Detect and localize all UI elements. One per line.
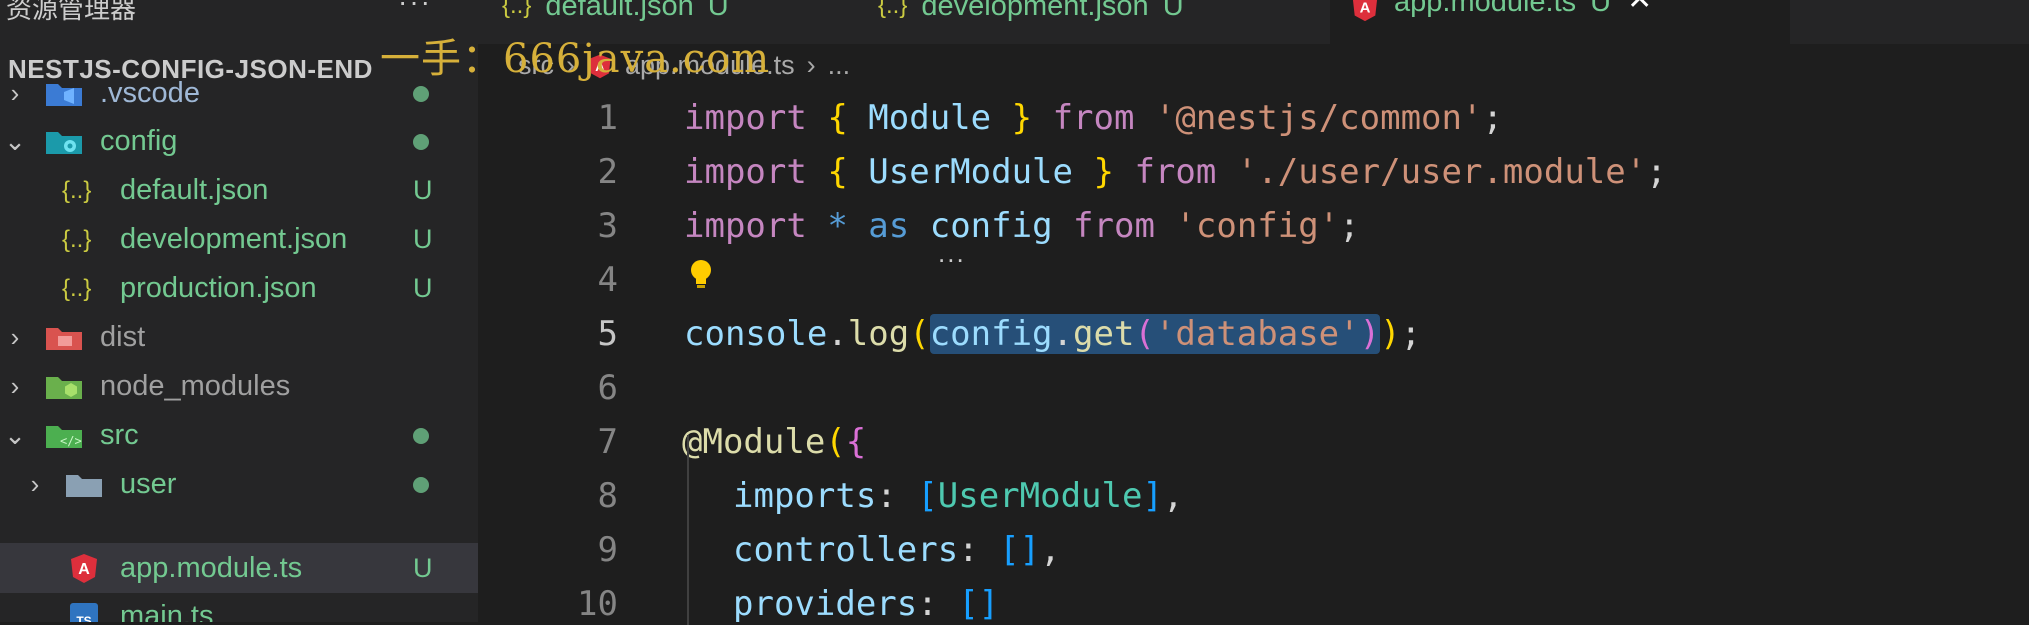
svg-text:A: A	[1360, 0, 1371, 17]
chevron-down-icon: ⌄	[4, 420, 26, 450]
tree-item-production-json[interactable]: {..} production.json U	[0, 264, 478, 313]
tree-item-label: src	[100, 419, 139, 451]
untracked-badge: U	[707, 0, 729, 22]
tree-item-label: production.json	[120, 272, 317, 304]
line-number: 3	[597, 206, 618, 246]
chevron-right-icon: ›	[10, 78, 20, 108]
tab-app-module-ts[interactable]: A app.module.ts U ✕	[1330, 0, 1790, 44]
untracked-badge: U	[1590, 0, 1612, 18]
line-number: 2	[597, 152, 618, 192]
untracked-badge: U	[413, 552, 433, 583]
modified-dot-icon	[413, 133, 429, 150]
more-actions-button[interactable]: ···	[398, 0, 432, 18]
tree-item-label: dist	[100, 321, 146, 353]
dist-folder-icon	[46, 327, 82, 350]
code-line-9: controllers: [],	[733, 530, 1061, 570]
tree-item-app-module-ts[interactable]: A app.module.ts U	[0, 543, 478, 593]
vscode-folder-icon	[46, 83, 82, 106]
breadcrumb-separator-icon: ›	[806, 50, 816, 80]
tree-item-default-json[interactable]: {..} default.json U	[0, 166, 478, 215]
json-file-icon: {..}	[878, 0, 908, 19]
code-hint-dots[interactable]: ...	[938, 238, 966, 269]
code-line-1: import { Module } from '@nestjs/common';	[684, 98, 1503, 138]
tree-item-label: default.json	[120, 174, 269, 206]
tree-item-label: main.ts	[120, 600, 214, 622]
line-number: 10	[577, 584, 618, 624]
untracked-badge: U	[413, 273, 433, 303]
code-line-5: console.log(config.get('database'));	[684, 314, 1422, 354]
modified-dot-icon	[413, 476, 429, 493]
explorer-sidebar: 资源管理器 ··· NESTJS-CONFIG-JSON-END › .vsco…	[0, 0, 478, 622]
breadcrumb-symbol[interactable]: ...	[828, 50, 851, 81]
chevron-down-icon: ⌄	[4, 126, 26, 156]
line-number: 9	[597, 530, 618, 570]
tree-item-label: app.module.ts	[120, 551, 303, 584]
line-number: 8	[597, 476, 618, 516]
line-number: 6	[597, 368, 618, 408]
typescript-file-icon: TS	[70, 602, 98, 623]
chevron-right-icon: ›	[10, 371, 20, 401]
tab-label: development.json	[921, 0, 1149, 22]
code-editor[interactable]: 1 2 3 4 5 6 7 8 9 10 import { Module } f…	[478, 80, 2029, 625]
config-folder-icon	[46, 131, 82, 154]
code-line-2: import { UserModule } from './user/user.…	[684, 152, 1667, 192]
json-file-icon: {..}	[502, 0, 532, 19]
svg-text:</>: </>	[60, 434, 82, 448]
indent-guide	[687, 435, 689, 625]
tree-item-label: .vscode	[100, 77, 200, 109]
chevron-right-icon: ›	[10, 322, 20, 352]
lightbulb-icon[interactable]	[688, 258, 714, 292]
untracked-badge: U	[1162, 0, 1184, 22]
tab-label: app.module.ts	[1394, 0, 1577, 18]
code-line-10: providers: []	[733, 584, 1000, 624]
svg-text:TS: TS	[76, 614, 91, 623]
node-modules-folder-icon	[46, 376, 82, 399]
chevron-right-icon: ›	[30, 469, 40, 499]
line-number: 5	[597, 314, 618, 354]
untracked-badge: U	[413, 224, 433, 254]
folder-icon	[66, 474, 102, 497]
tab-label: default.json	[545, 0, 694, 22]
code-line-8: imports: [UserModule],	[733, 476, 1184, 516]
tree-item-label: node_modules	[100, 370, 291, 402]
line-number: 7	[597, 422, 618, 462]
svg-text:A: A	[78, 561, 90, 578]
tree-item-label: config	[100, 125, 178, 157]
tree-item-label: development.json	[120, 223, 348, 255]
tree-item-src[interactable]: ⌄ </> src	[0, 411, 478, 460]
tree-item-development-json[interactable]: {..} development.json U	[0, 215, 478, 264]
untracked-badge: U	[413, 175, 433, 205]
tree-item-main-ts[interactable]: TS main.ts	[0, 592, 478, 622]
code-line-7: @Module({	[682, 422, 867, 462]
close-tab-icon[interactable]: ✕	[1627, 0, 1652, 15]
tree-item-user[interactable]: › user	[0, 460, 478, 509]
modified-dot-icon	[413, 85, 429, 102]
json-file-icon: {..}	[62, 274, 92, 302]
tree-item-config[interactable]: ⌄ config	[0, 117, 478, 166]
tree-item-node-modules[interactable]: › node_modules	[0, 362, 478, 411]
code-line-3: import * as config from 'config';	[684, 206, 1360, 246]
tab-development-json[interactable]: {..} development.json U	[878, 0, 1258, 40]
watermark: 一手：666java.com	[380, 36, 771, 82]
json-file-icon: {..}	[62, 225, 92, 253]
tree-item-label: user	[120, 468, 177, 500]
selected-text: config.get('database')	[929, 314, 1381, 354]
angular-file-icon: A	[71, 554, 97, 583]
line-number: 1	[597, 98, 618, 138]
modified-dot-icon	[413, 427, 429, 444]
tree-item-dist[interactable]: › dist	[0, 313, 478, 362]
line-number: 4	[597, 260, 618, 300]
angular-file-icon: A	[1352, 0, 1378, 22]
src-folder-icon: </>	[46, 425, 82, 448]
json-file-icon: {..}	[62, 176, 92, 204]
